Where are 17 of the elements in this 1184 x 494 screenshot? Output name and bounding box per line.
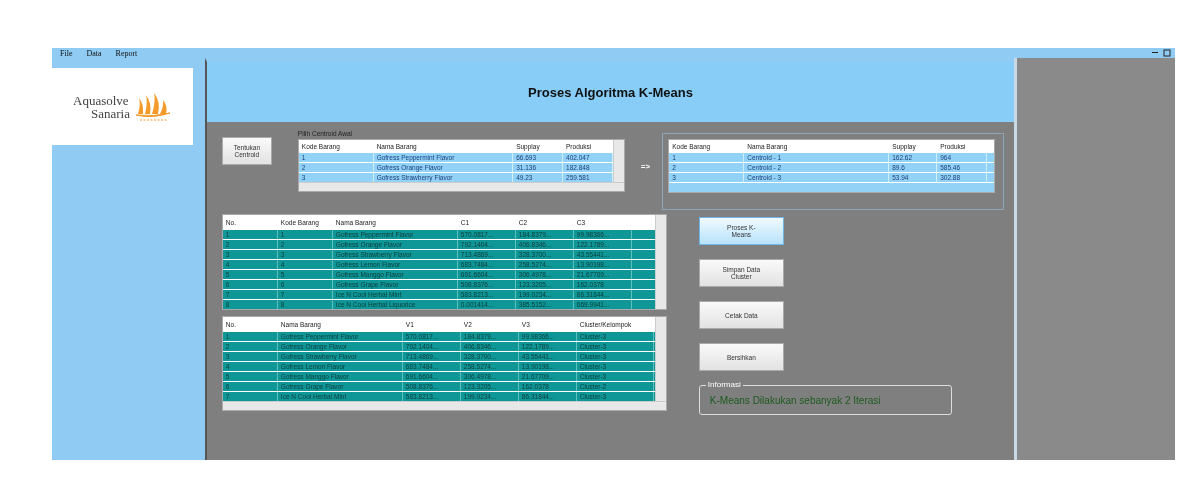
vertical-scrollbar[interactable] [654,317,666,401]
logo-text: Aquasolve [73,93,130,107]
page-title: Proses Algoritma K-Means [528,84,693,100]
menu-item[interactable]: File [60,48,73,58]
restore-icon[interactable] [1163,49,1171,57]
horizontal-scrollbar[interactable] [298,182,624,191]
menu-item[interactable]: Data [86,48,102,58]
menu-item[interactable]: Report [115,48,138,58]
logo-text: Sanaria [91,106,130,120]
arrow-text: => [640,162,651,171]
info-message: K-Means Dilakukan sebanyak 2 Iterasi [709,394,881,406]
group-label: Informasi [705,380,743,389]
vertical-scrollbar[interactable] [654,215,666,309]
ship-sail-icon [134,91,172,122]
vertical-scrollbar[interactable] [612,140,624,182]
minimize-icon[interactable] [1151,49,1159,55]
horizontal-scrollbar[interactable] [222,401,666,410]
